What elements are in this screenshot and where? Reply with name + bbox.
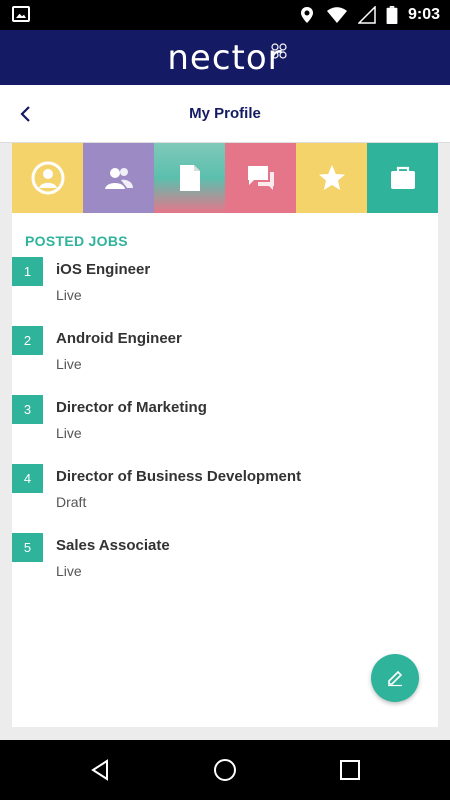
job-status: Draft bbox=[56, 494, 87, 510]
job-status: Live bbox=[56, 356, 82, 372]
job-status: Live bbox=[56, 287, 82, 303]
navigation-bar bbox=[0, 740, 450, 800]
people-icon bbox=[104, 168, 133, 189]
tab-jobs[interactable] bbox=[367, 143, 438, 213]
section-title: POSTED JOBS bbox=[25, 233, 128, 249]
edit-fab-button[interactable] bbox=[371, 654, 419, 702]
profile-tabs bbox=[12, 143, 438, 213]
home-icon[interactable] bbox=[213, 758, 237, 782]
tab-messages[interactable] bbox=[225, 143, 296, 213]
location-icon bbox=[300, 7, 313, 23]
list-item[interactable]: 5 Sales Associate Live bbox=[12, 533, 438, 602]
list-item[interactable]: 1 iOS Engineer Live bbox=[12, 257, 438, 326]
page-title: My Profile bbox=[189, 105, 261, 122]
app-header: nector bbox=[0, 30, 450, 85]
list-item[interactable]: 3 Director of Marketing Live bbox=[12, 395, 438, 464]
status-time: 9:03 bbox=[407, 6, 440, 23]
wifi-icon bbox=[326, 7, 347, 23]
profile-card: POSTED JOBS 1 iOS Engineer Live 2 Androi… bbox=[12, 143, 438, 727]
document-icon bbox=[179, 165, 200, 191]
job-title: Director of Business Development bbox=[56, 468, 302, 485]
signal-icon bbox=[357, 6, 376, 24]
battery-icon bbox=[386, 6, 398, 24]
image-icon bbox=[12, 6, 30, 22]
job-status: Live bbox=[56, 563, 82, 579]
job-title: Android Engineer bbox=[56, 330, 182, 347]
job-title: iOS Engineer bbox=[56, 261, 151, 278]
status-icons: 9:03 bbox=[298, 5, 440, 25]
person-icon bbox=[31, 161, 64, 195]
job-status: Live bbox=[56, 425, 82, 441]
list-item[interactable]: 4 Director of Business Development Draft bbox=[12, 464, 438, 533]
star-icon bbox=[318, 165, 345, 190]
job-list: 1 iOS Engineer Live 2 Android Engineer L… bbox=[12, 257, 438, 602]
job-number-badge: 2 bbox=[12, 326, 43, 355]
app-logo: nector bbox=[167, 37, 283, 78]
back-icon[interactable] bbox=[88, 758, 112, 782]
tab-profile[interactable] bbox=[12, 143, 83, 213]
chat-icon bbox=[247, 166, 274, 190]
job-number-badge: 4 bbox=[12, 464, 43, 493]
job-title: Sales Associate bbox=[56, 537, 170, 554]
job-title: Director of Marketing bbox=[56, 399, 207, 416]
pencil-icon bbox=[388, 670, 403, 687]
briefcase-icon bbox=[390, 166, 415, 189]
job-number-badge: 1 bbox=[12, 257, 43, 286]
recents-icon[interactable] bbox=[338, 758, 362, 782]
tab-favorites[interactable] bbox=[296, 143, 367, 213]
title-bar: My Profile bbox=[0, 85, 450, 143]
logo-mark-icon bbox=[271, 43, 287, 59]
tab-connections[interactable] bbox=[83, 143, 154, 213]
job-number-badge: 3 bbox=[12, 395, 43, 424]
job-number-badge: 5 bbox=[12, 533, 43, 562]
tab-documents[interactable] bbox=[154, 143, 225, 213]
list-item[interactable]: 2 Android Engineer Live bbox=[12, 326, 438, 395]
status-bar: 9:03 bbox=[0, 0, 450, 30]
